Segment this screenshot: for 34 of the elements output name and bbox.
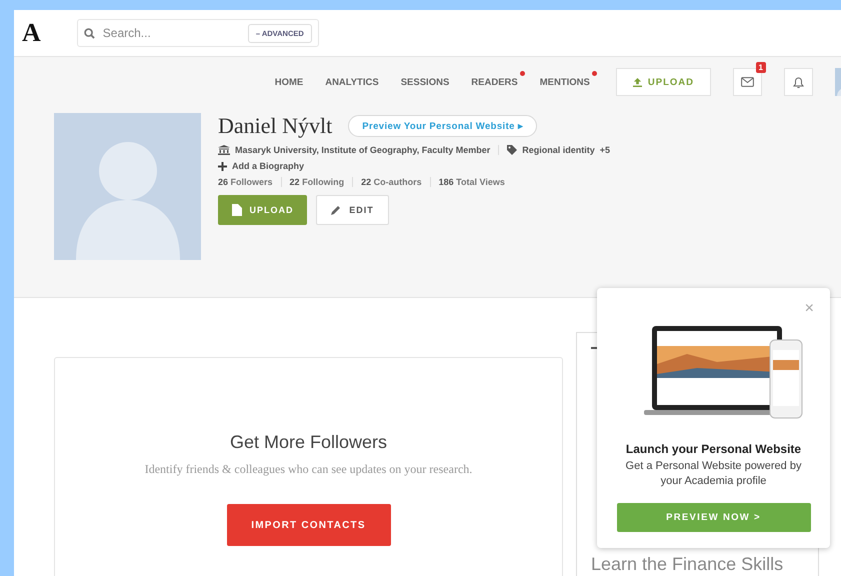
nav-link[interactable]: MENTIONS <box>540 76 590 88</box>
mail-icon <box>741 77 754 87</box>
nav-link[interactable]: SESSIONS <box>400 76 450 88</box>
document-icon <box>232 204 242 216</box>
upload-icon <box>632 78 642 86</box>
logo[interactable]: A <box>22 18 41 48</box>
pencil-icon <box>331 205 342 215</box>
affiliation-text: Masaryk University, Institute of Geography, Faculty Member <box>235 145 490 155</box>
bell-button[interactable] <box>784 68 813 96</box>
nav-link[interactable]: ANALYTICS <box>325 76 379 88</box>
card-description: Identify friends & colleagues who can see updates on your research. <box>144 461 474 478</box>
nav-link[interactable]: READERS <box>471 76 518 88</box>
profile-stat[interactable]: 186 Total Views <box>438 177 505 187</box>
profile-stat[interactable]: 22 Co-authors <box>361 177 422 187</box>
popup-text: Get a Personal Website powered by your Academia profile <box>624 459 802 489</box>
mail-button[interactable] <box>733 68 762 96</box>
institution-icon <box>218 145 230 155</box>
unread-badge: 1 <box>756 62 766 73</box>
tag-icon <box>507 145 518 155</box>
interest-link[interactable]: Regional identity <box>522 145 595 155</box>
card-title: Get More Followers <box>230 432 388 453</box>
nav-link[interactable]: HOME <box>274 76 304 88</box>
search-icon <box>84 28 95 38</box>
plus-icon <box>218 162 227 170</box>
add-biography-link[interactable]: Add a Biography <box>232 161 304 171</box>
more-count[interactable]: +5 <box>600 145 610 155</box>
profile-stat[interactable]: 26 Followers <box>218 177 273 187</box>
ad-caption: Learn the Finance Skills <box>591 554 784 575</box>
popup-title: Launch your Personal Website <box>626 442 802 456</box>
import-contacts-button[interactable]: IMPORT CONTACTS <box>226 504 390 546</box>
profile-name: Daniel Nývlt <box>218 113 332 139</box>
edit-button[interactable]: EDIT <box>316 195 389 225</box>
profile-stat[interactable]: 22 Following <box>290 177 344 187</box>
bell-icon <box>793 76 804 88</box>
